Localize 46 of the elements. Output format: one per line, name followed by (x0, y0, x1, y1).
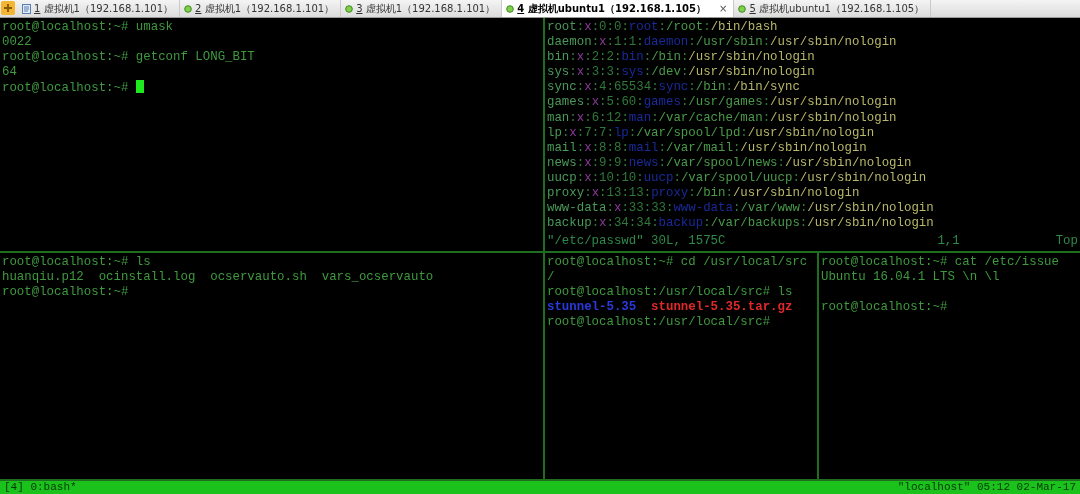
terminal-line: root@localhost:~# getconf LONG_BIT (2, 50, 255, 66)
status-dot-icon (506, 4, 515, 13)
terminal-line: 64 (2, 65, 17, 81)
terminal-line: root@localhost:~# (2, 285, 129, 301)
menu-icon[interactable] (1, 1, 15, 15)
scroll-position: Top (1055, 233, 1078, 249)
document-icon (22, 3, 31, 14)
terminal-line: root@localhost:~# cat /etc/issue (821, 255, 1059, 271)
status-dot-icon (184, 4, 193, 13)
close-button[interactable]: × (719, 3, 728, 14)
status-dot-icon (738, 4, 747, 13)
host-clock: "localhost" 05:12 02-Mar-17 (897, 481, 1076, 494)
terminal-line: root:x:0:0:root:/root:/bin/bash (547, 20, 778, 36)
terminal-line: root@localhost:~# cd /usr/local/src (547, 255, 808, 271)
terminal-line: games:x:5:60:games:/usr/games:/usr/sbin/nologin (547, 95, 897, 111)
terminal-line: proxy:x:13:13:proxy:/bin:/usr/sbin/nologin (547, 186, 860, 202)
terminal-line: root@localhost:/usr/local/src# ls (547, 285, 793, 301)
terminal-line: bin:x:2:2:bin:/bin:/usr/sbin/nologin (547, 50, 815, 66)
cursor-position: 1,1 (937, 233, 960, 249)
terminal-line: mail:x:8:8:mail:/var/mail:/usr/sbin/nologin (547, 140, 867, 156)
file-info: "/etc/passwd" 30L, 1575C (547, 233, 726, 249)
tab[interactable]: 5 虚拟机ubuntu1（192.168.1.105） (734, 0, 932, 17)
terminal-line: huanqiu.p12 ocinstall.log ocservauto.sh vars_ocservauto (2, 270, 434, 286)
terminal-line: / (547, 270, 555, 286)
terminal-line: root@localhost:~# ls (2, 255, 151, 271)
terminal-line: root@localhost:~# umask (2, 20, 174, 36)
tab[interactable]: 2 虚拟机1（192.168.1.101） (180, 0, 342, 17)
tab[interactable]: 1 虚拟机1（192.168.1.101） (18, 0, 181, 17)
status-dot-icon (345, 4, 354, 13)
terminal-line: stunnel-5.35 stunnel-5.35.tar.gz (547, 300, 793, 316)
window-list: [4] 0:bash* (4, 481, 77, 494)
terminal-line: 0022 (2, 35, 32, 51)
terminal-line: Ubuntu 16.04.1 LTS \n \l (821, 270, 1000, 286)
terminal-line: sync:x:4:65534:sync:/bin:/bin/sync (547, 80, 800, 96)
terminal-line: news:x:9:9:news:/var/spool/news:/usr/sbin/nologin (547, 155, 912, 171)
terminal-line: www-data:x:33:33:www-data:/var/www:/usr/sbin/nologin (547, 201, 934, 217)
terminal-line: root@localhost:~# (821, 300, 948, 316)
tab[interactable]: 4 虚拟机ubuntu1（192.168.1.105） × (502, 0, 735, 17)
terminal-line: daemon:x:1:1:daemon:/usr/sbin:/usr/sbin/nologin (547, 35, 897, 51)
terminal-line: man:x:6:12:man:/var/cache/man:/usr/sbin/nologin (547, 110, 897, 126)
terminal-line: lp:x:7:7:lp:/var/spool/lpd:/usr/sbin/nologin (547, 125, 875, 141)
terminal-line: backup:x:34:34:backup:/var/backups:/usr/sbin/nologin (547, 216, 934, 232)
terminal-line: root@localhost:/usr/local/src# (547, 315, 771, 331)
terminal-line: sys:x:3:3:sys:/dev:/usr/sbin/nologin (547, 65, 815, 81)
terminal-line: uucp:x:10:10:uucp:/var/spool/uucp:/usr/sbin/nologin (547, 170, 927, 187)
terminal-line: root@localhost:~# (2, 81, 130, 96)
